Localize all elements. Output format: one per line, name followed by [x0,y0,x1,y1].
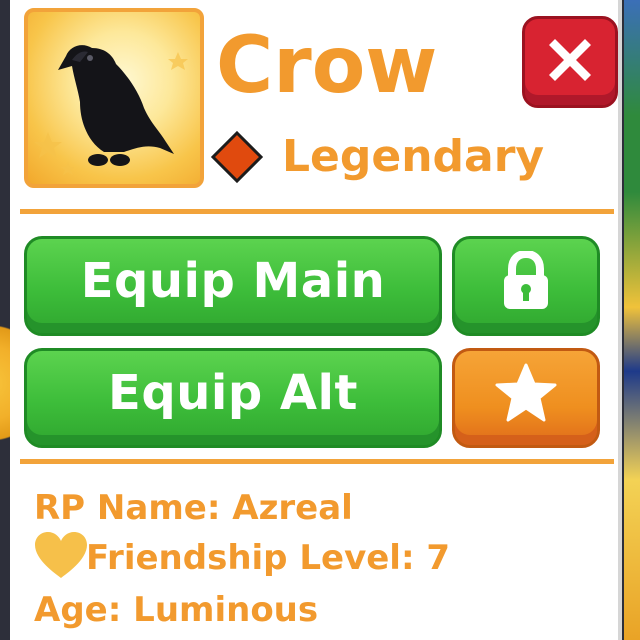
friendship-row: Friendship Level: 7 [86,536,450,580]
divider-top [20,209,614,214]
equip-alt-button[interactable]: Equip Alt [24,348,442,448]
age-value: Luminous [133,590,319,630]
rp-name-label: RP Name: [34,488,221,528]
pet-rarity: Legendary [282,131,545,182]
equip-main-label: Equip Main [80,253,386,309]
friendship-value: 7 [426,538,451,578]
favorite-button[interactable] [452,348,600,448]
divider-bottom [20,459,614,464]
equip-main-button[interactable]: Equip Main [24,236,442,336]
friendship-label: Friendship Level: [86,538,415,578]
lock-icon [504,251,548,309]
age-row: Age: Luminous [34,588,318,632]
star-icon [495,363,557,422]
rarity-diamond-icon [210,130,264,184]
close-icon [549,39,591,81]
equip-alt-label: Equip Alt [108,365,358,421]
close-button[interactable] [522,16,618,108]
pet-portrait [24,8,204,188]
background-scene [624,0,640,640]
rp-name-row: RP Name: Azreal [34,486,353,530]
lock-button[interactable] [452,236,600,336]
crow-icon [34,45,188,175]
age-label: Age: [34,590,122,630]
heart-icon [35,532,87,578]
rp-name-value: Azreal [232,488,353,528]
pet-name: Crow [216,21,438,111]
pet-info-card: Crow Legendary Equip Main Equip Alt RP N… [10,0,622,640]
